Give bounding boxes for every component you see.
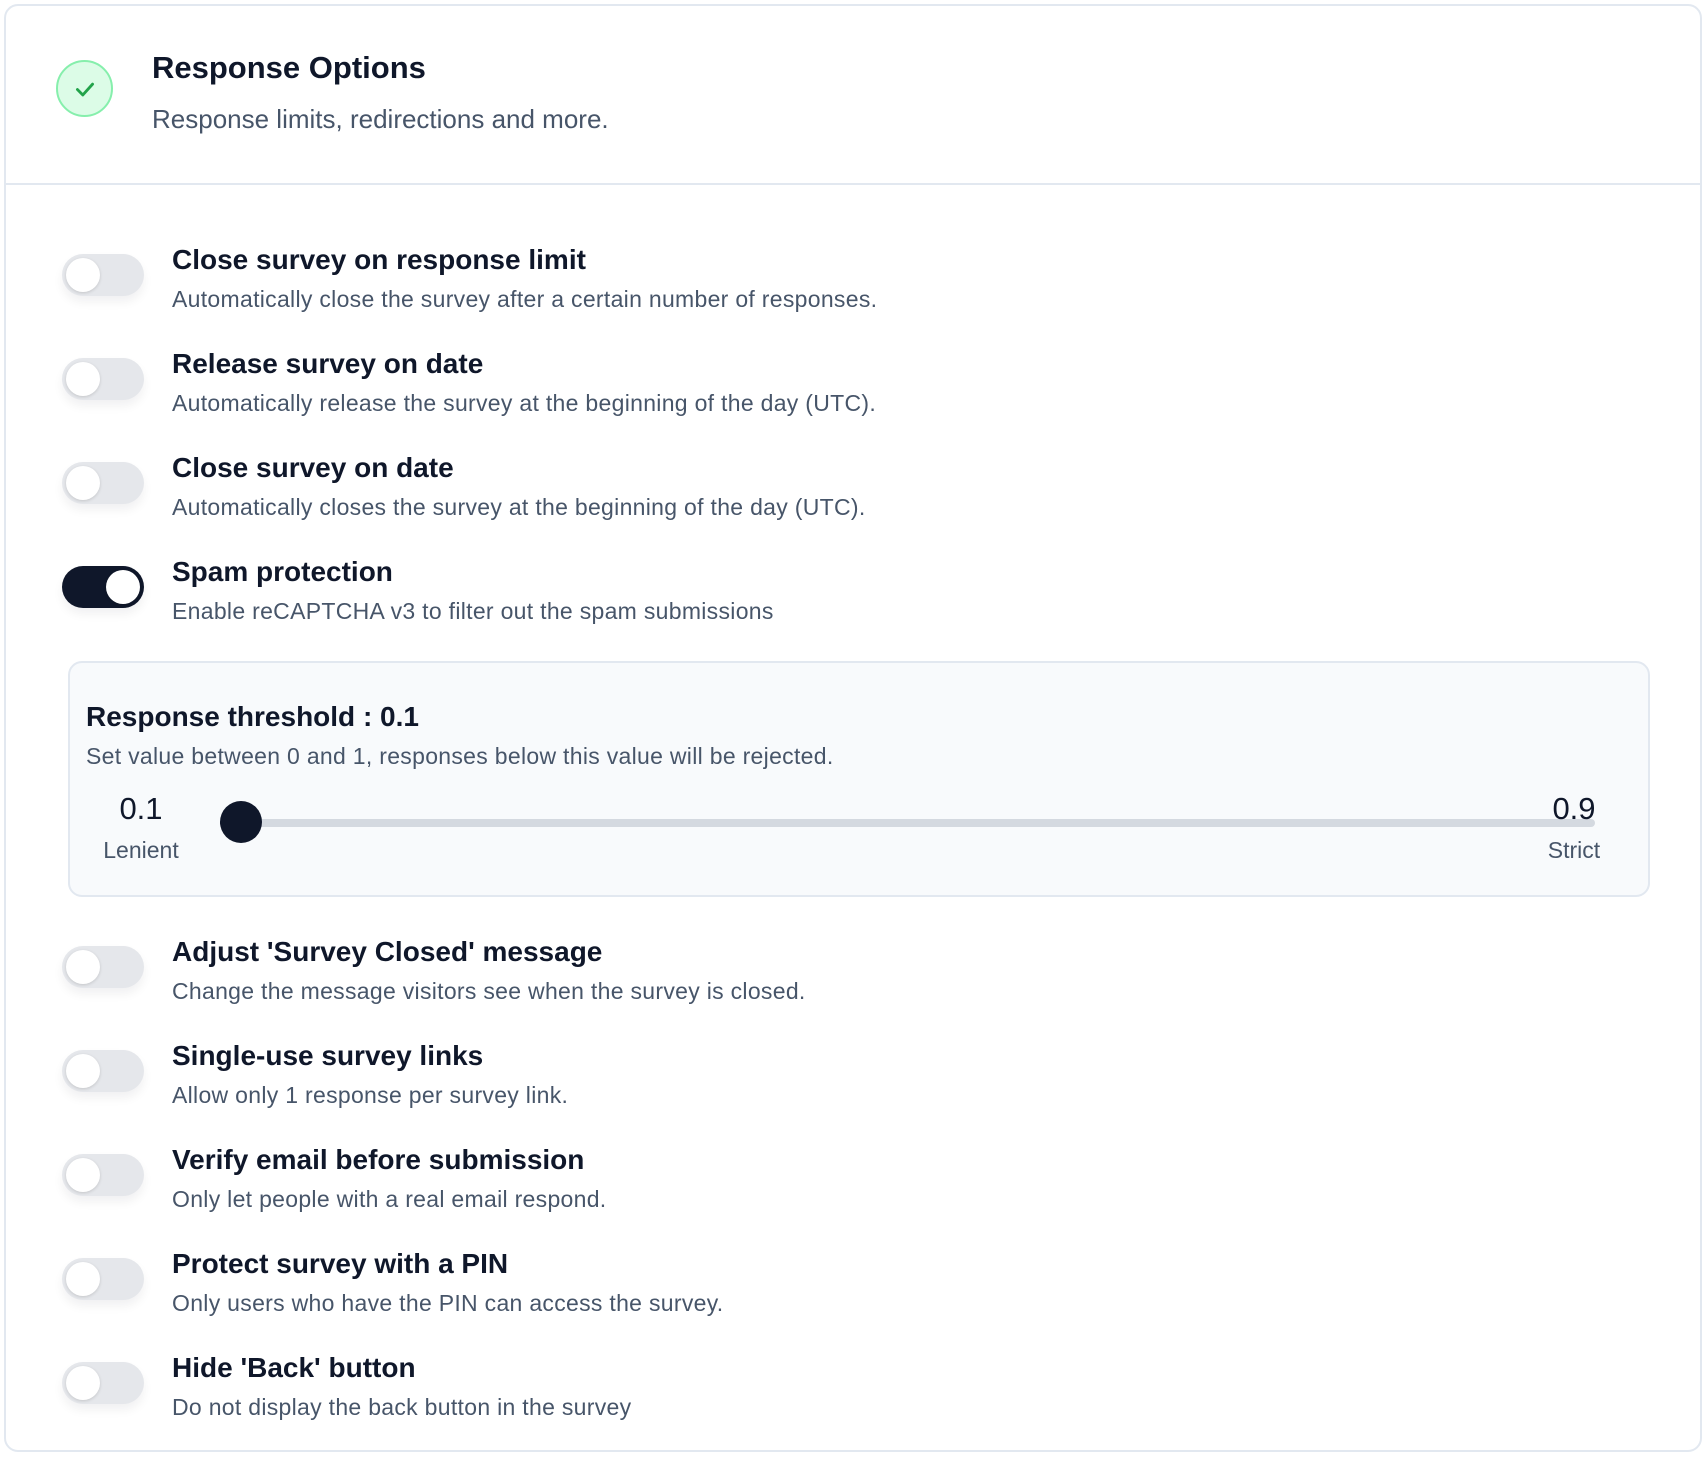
option-close-on-date: Close survey on date Automatically close…	[62, 452, 1662, 542]
option-title: Release survey on date	[172, 348, 484, 379]
toggle-knob	[66, 1262, 100, 1296]
range-min-word: Lenient	[103, 837, 179, 863]
spam-protection-toggle[interactable]	[62, 566, 144, 608]
option-close-on-response-limit: Close survey on response limit Automatic…	[62, 244, 1662, 334]
threshold-slider-thumb[interactable]	[220, 801, 262, 843]
response-options-card: Response Options Response limits, redire…	[4, 4, 1702, 1452]
toggle-knob	[66, 1054, 100, 1088]
option-title: Spam protection	[172, 556, 393, 587]
option-single-use-links: Single-use survey links Allow only 1 res…	[62, 1040, 1662, 1130]
option-description: Automatically closes the survey at the b…	[172, 494, 866, 520]
threshold-slider-track[interactable]	[220, 801, 1595, 843]
toggle-knob	[66, 466, 100, 500]
toggle-knob	[106, 570, 140, 604]
threshold-description: Set value between 0 and 1, responses bel…	[86, 743, 834, 769]
hide-back-button-toggle[interactable]	[62, 1362, 144, 1404]
verify-email-toggle[interactable]	[62, 1154, 144, 1196]
toggle-knob	[66, 1158, 100, 1192]
option-verify-email: Verify email before submission Only let …	[62, 1144, 1662, 1234]
check-icon	[56, 60, 113, 117]
range-min-value: 0.1	[119, 791, 163, 826]
option-title: Single-use survey links	[172, 1040, 484, 1071]
release-on-date-toggle[interactable]	[62, 358, 144, 400]
adjust-survey-closed-message-toggle[interactable]	[62, 946, 144, 988]
close-on-date-toggle[interactable]	[62, 462, 144, 504]
range-max-word: Strict	[1547, 837, 1601, 863]
option-title: Protect survey with a PIN	[172, 1248, 509, 1279]
close-on-response-limit-toggle[interactable]	[62, 254, 144, 296]
option-title: Verify email before submission	[172, 1144, 585, 1175]
toggle-knob	[66, 1366, 100, 1400]
range-min-label: 0.1 Lenient	[86, 791, 196, 864]
toggle-knob	[66, 950, 100, 984]
option-description: Only users who have the PIN can access t…	[172, 1290, 724, 1316]
option-title: Close survey on response limit	[172, 244, 586, 275]
response-threshold-panel: Response threshold : 0.1 Set value betwe…	[68, 661, 1650, 897]
threshold-title: Response threshold : 0.1	[86, 701, 419, 732]
option-description: Change the message visitors see when the…	[172, 978, 806, 1004]
option-description: Only let people with a real email respon…	[172, 1186, 607, 1212]
option-description: Allow only 1 response per survey link.	[172, 1082, 569, 1108]
card-header[interactable]: Response Options Response limits, redire…	[6, 6, 1700, 185]
option-release-on-date: Release survey on date Automatically rel…	[62, 348, 1662, 438]
single-use-links-toggle[interactable]	[62, 1050, 144, 1092]
option-spam-protection: Spam protection Enable reCAPTCHA v3 to f…	[62, 556, 1662, 646]
section-title: Response Options	[152, 50, 426, 85]
option-description: Automatically close the survey after a c…	[172, 286, 878, 312]
range-max-value: 0.9	[1552, 791, 1596, 826]
option-title: Hide 'Back' button	[172, 1352, 416, 1383]
option-description: Enable reCAPTCHA v3 to filter out the sp…	[172, 598, 774, 624]
toggle-knob	[66, 362, 100, 396]
toggle-knob	[66, 258, 100, 292]
range-max-label: 0.9 Strict	[1519, 791, 1629, 864]
option-title: Close survey on date	[172, 452, 454, 483]
section-subtitle: Response limits, redirections and more.	[152, 104, 609, 134]
option-description: Do not display the back button in the su…	[172, 1394, 632, 1420]
option-description: Automatically release the survey at the …	[172, 390, 877, 416]
protect-with-pin-toggle[interactable]	[62, 1258, 144, 1300]
option-title: Adjust 'Survey Closed' message	[172, 936, 603, 967]
option-protect-with-pin: Protect survey with a PIN Only users who…	[62, 1248, 1662, 1338]
option-adjust-survey-closed-message: Adjust 'Survey Closed' message Change th…	[62, 936, 1662, 1026]
option-hide-back-button: Hide 'Back' button Do not display the ba…	[62, 1352, 1662, 1442]
